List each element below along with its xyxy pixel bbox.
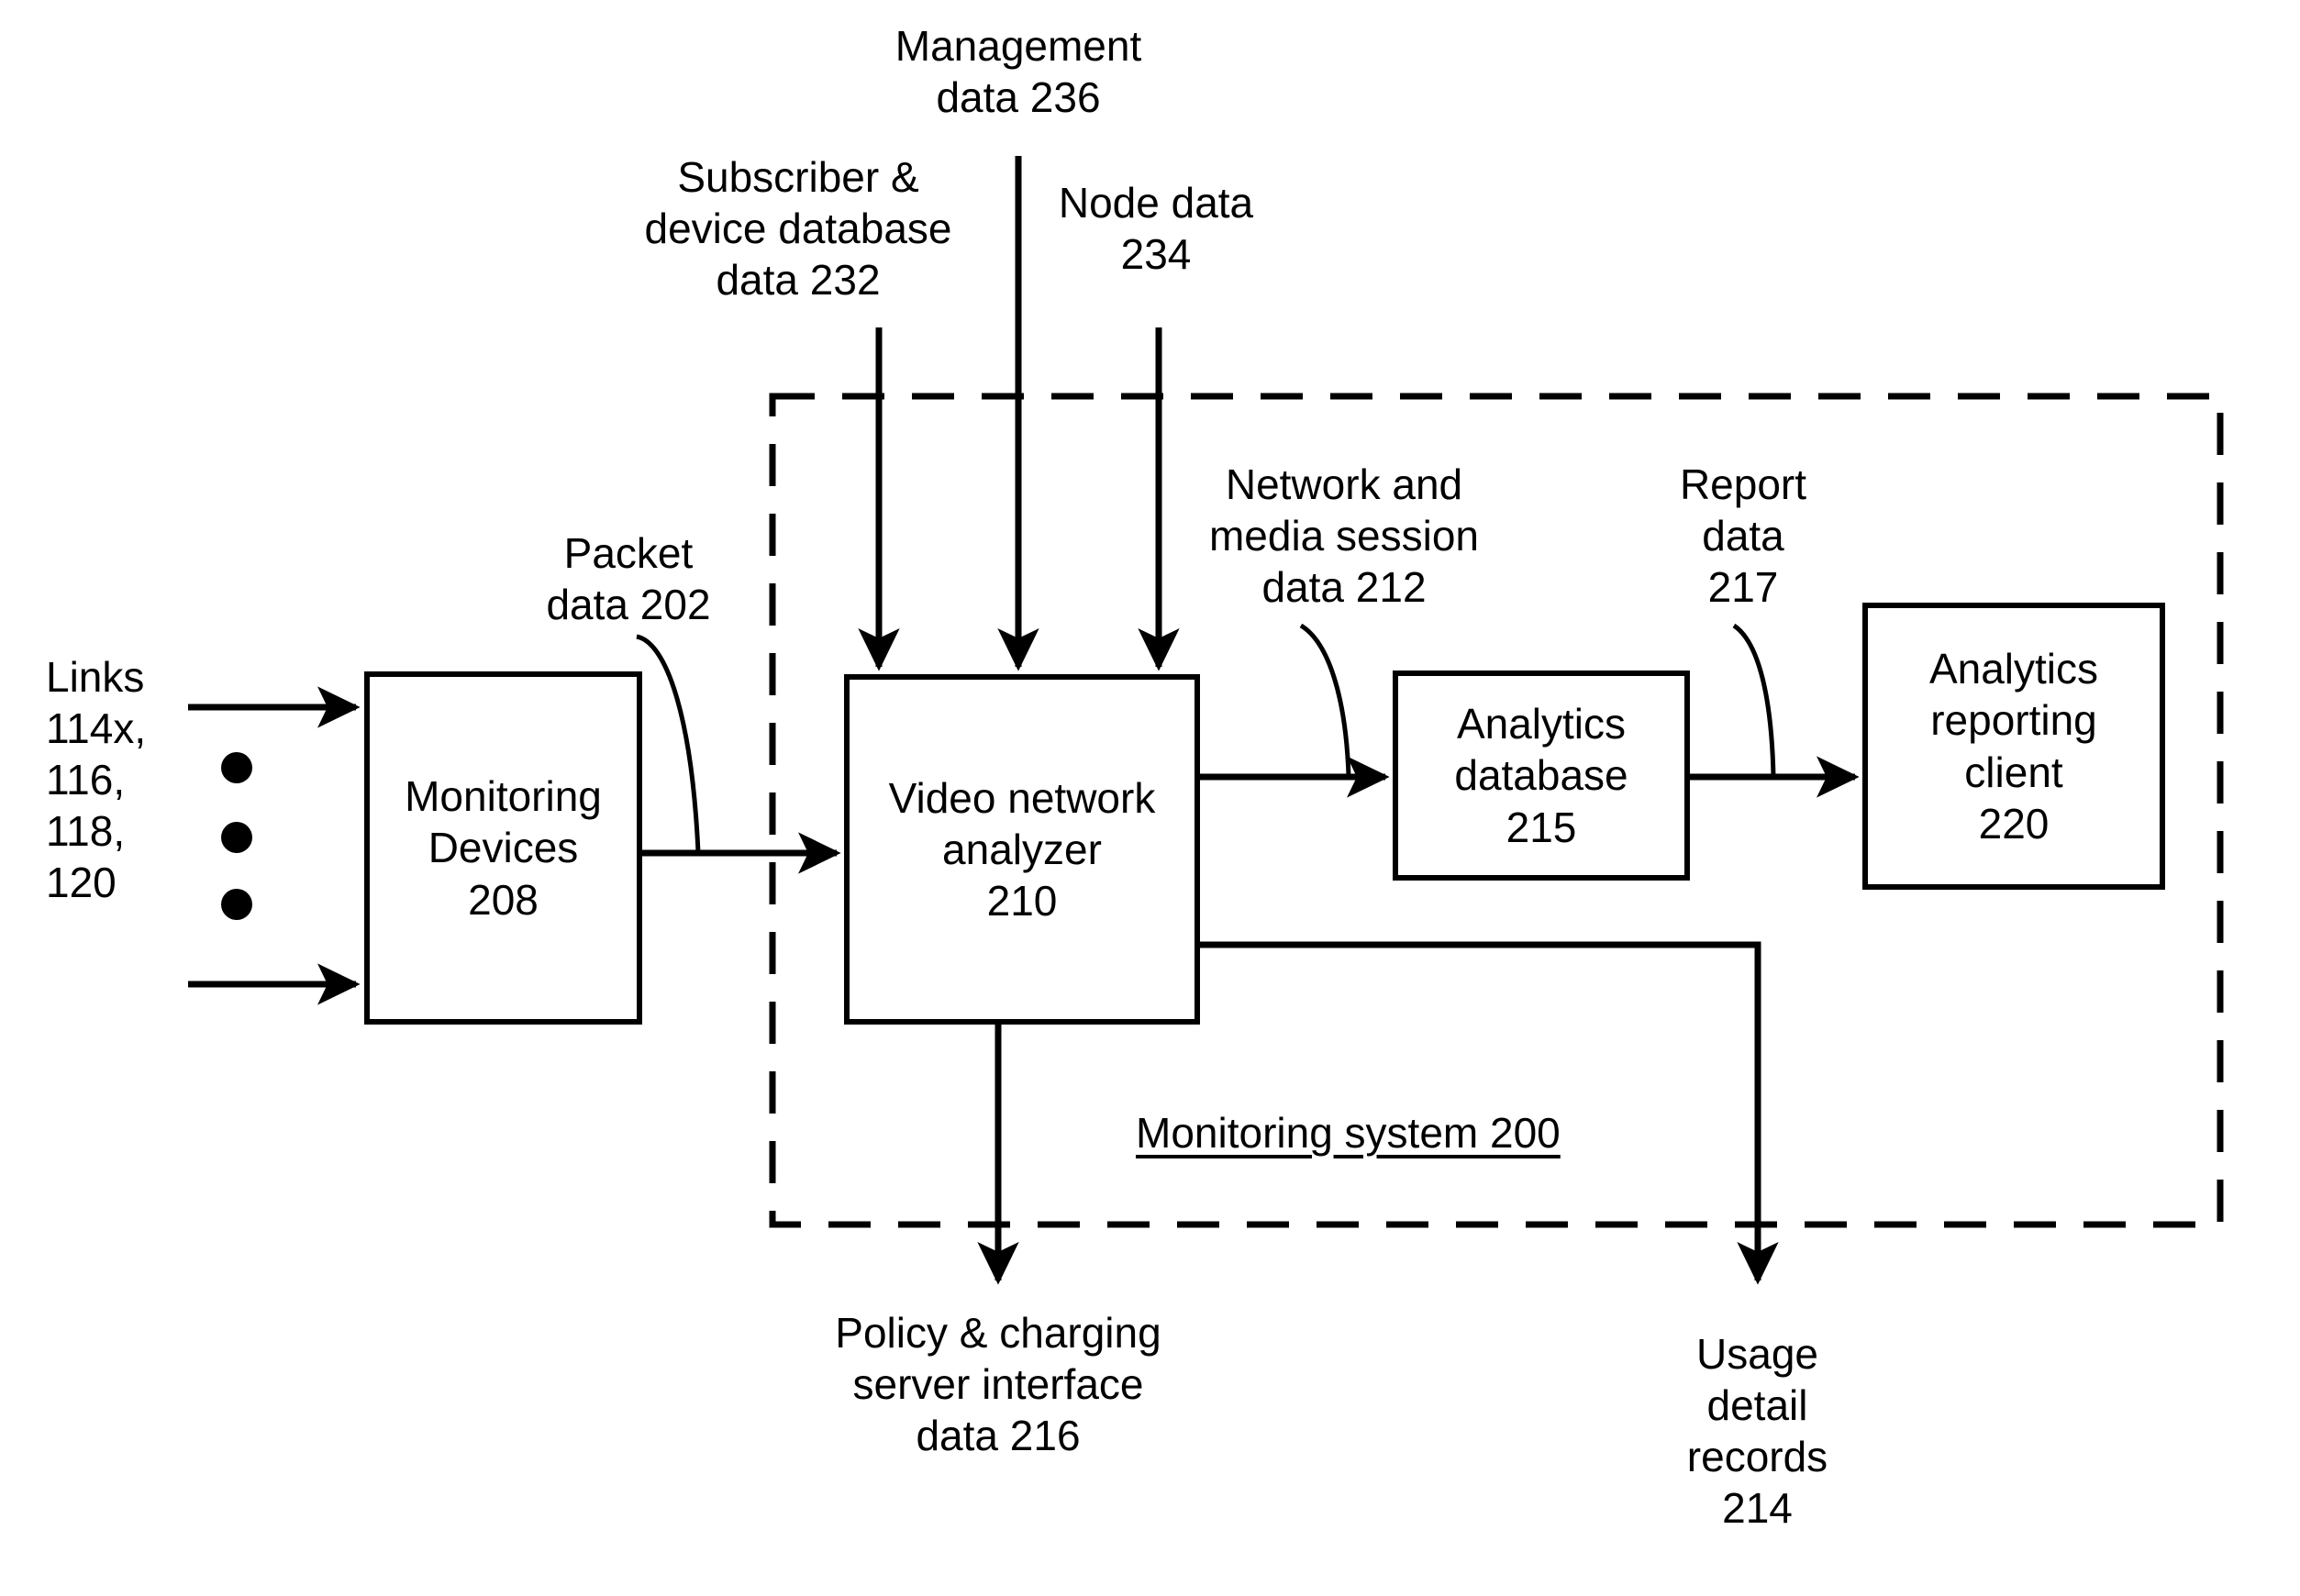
video-network-analyzer-label: Video network analyzer 210 <box>888 773 1156 925</box>
packet-data-leader <box>636 634 701 853</box>
analytics-reporting-client-block[interactable]: Analytics reporting client 220 <box>1862 603 2165 890</box>
link-ellipsis-dot-3 <box>221 889 252 920</box>
link-ellipsis-dot-1 <box>221 752 252 783</box>
network-media-session-data-label: Network and media session data 212 <box>1208 460 1480 612</box>
diagram-canvas: Monitoring Devices 208 Video network ana… <box>0 0 2300 1596</box>
policy-charging-server-interface-data-label: Policy & charging server interface data … <box>835 1309 1161 1460</box>
node-data-label: Node data 234 <box>1058 179 1254 279</box>
report-data-leader <box>1732 623 1776 777</box>
report-data-label: Report data 217 <box>1679 460 1807 612</box>
link-ellipsis-dot-2 <box>221 822 252 853</box>
video-network-analyzer-block[interactable]: Video network analyzer 210 <box>844 674 1200 1025</box>
monitoring-devices-block[interactable]: Monitoring Devices 208 <box>364 671 642 1025</box>
network-media-session-data-leader <box>1299 623 1351 777</box>
monitoring-devices-label: Monitoring Devices 208 <box>405 772 602 924</box>
subscriber-device-database-data-label: Subscriber & device database data 232 <box>644 153 952 305</box>
packet-data-label: Packet data 202 <box>546 529 711 629</box>
analytics-reporting-client-label: Analytics reporting client 220 <box>1928 645 2099 848</box>
analytics-database-label: Analytics database 215 <box>1454 700 1628 851</box>
analytics-database-block[interactable]: Analytics database 215 <box>1393 671 1690 881</box>
links-label: Links 114x, 116, 118, 120 <box>46 653 147 907</box>
usage-detail-records-label: Usage detail records 214 <box>1686 1330 1828 1533</box>
monitoring-system-label: Monitoring system 200 <box>1136 1109 1561 1157</box>
management-data-label: Management data 236 <box>894 22 1142 122</box>
